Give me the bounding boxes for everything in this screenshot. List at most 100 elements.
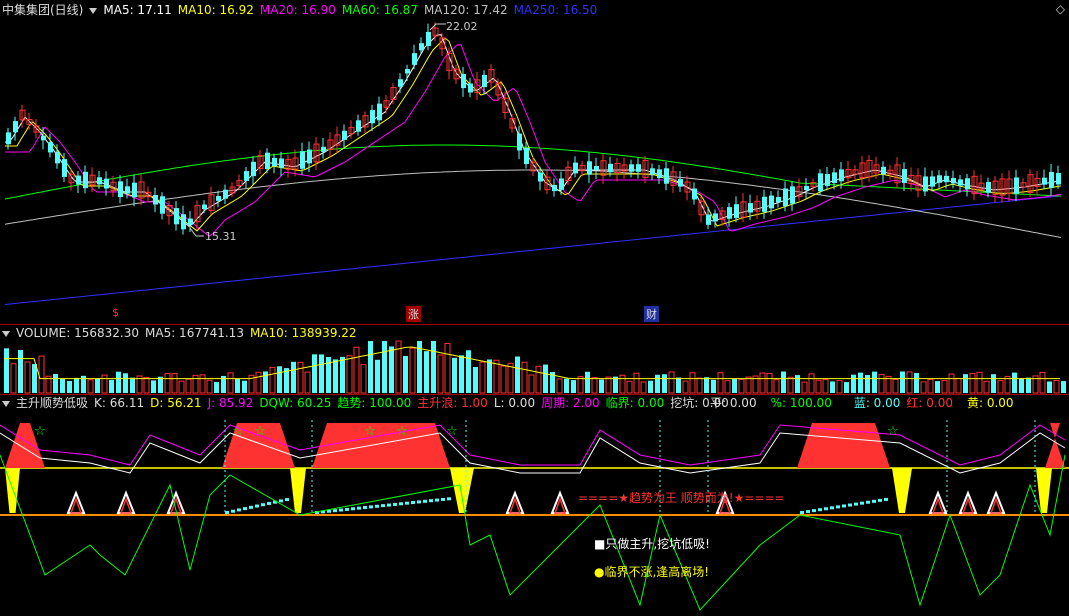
yellow-value: 黄: 0.00 (966, 396, 1014, 410)
candle-body (482, 74, 487, 88)
pyramid-icon (116, 490, 136, 514)
volume-bar (101, 374, 108, 394)
trend-dot (441, 497, 445, 501)
candle-body (944, 175, 949, 183)
volume-bar (759, 372, 766, 394)
volume-bar (466, 350, 471, 393)
ma120-label: MA120: 17.42 (423, 3, 508, 17)
volume-bar (340, 356, 345, 393)
indicator-panel[interactable]: 主升顺势低吸 K: 66.11 D: 56.21 J: 85.92 DQW: 60.25… (0, 395, 1069, 616)
volume-bar (976, 371, 983, 394)
pyramid-icon (505, 490, 525, 514)
trend-dot (363, 506, 367, 510)
volume-panel[interactable]: VOLUME: 156832.30 MA5: 167741.13 MA10: 138… (0, 325, 1069, 394)
pyramid-icon (986, 490, 1006, 514)
trend-dot (357, 506, 361, 510)
pyramid-icon (958, 490, 978, 514)
volume-bar (585, 371, 590, 393)
candle-body (790, 186, 795, 204)
volume-bar (269, 366, 276, 394)
candle-body (664, 168, 669, 184)
trend-dot (405, 501, 409, 505)
volume-bar (619, 374, 626, 394)
trend-dot (339, 508, 343, 512)
trend-dot (429, 499, 433, 503)
volume-bar (808, 373, 815, 394)
marker-finance[interactable]: 财 (644, 306, 659, 322)
candle-body (706, 214, 711, 225)
note-main-rise: ■只做主升,挖坑低吸! (594, 537, 710, 551)
pyramid-icon (66, 490, 86, 514)
volume-bar (732, 378, 737, 393)
volume-bar (459, 355, 464, 393)
volume-bar (801, 381, 808, 394)
candle-body (832, 172, 837, 183)
trend-dot (255, 504, 259, 508)
volume-bar (109, 379, 114, 393)
volume-value: VOLUME: 156832.30 (16, 326, 139, 340)
indicator-legend: 主升顺势低吸 K: 66.11 D: 56.21 J: 85.92 DQW: 60.25… (2, 395, 735, 411)
trend-dot (812, 509, 816, 513)
candle-body (83, 171, 88, 189)
trend-dot (878, 498, 882, 502)
candle-body (461, 73, 466, 89)
volume-bar (333, 359, 338, 393)
volume-bar (60, 379, 65, 393)
volume-bar (892, 378, 899, 394)
candle-body (538, 172, 543, 182)
volume-bar (745, 376, 752, 394)
volume-bar (515, 356, 520, 393)
volume-bar (353, 346, 360, 394)
pyramid-icon (550, 490, 570, 514)
trend-dot (848, 503, 852, 507)
price-panel[interactable]: 中集集团(日线) MA5: 17.11 MA10: 16.92 MA20: 16.90… (0, 0, 1069, 324)
volume-bar (865, 374, 870, 393)
dig-area (290, 468, 306, 513)
volume-bar (633, 372, 640, 394)
high-price-label: 22.02 (446, 20, 478, 33)
volume-bar (235, 379, 240, 393)
marker-dollar[interactable]: $ (112, 306, 119, 319)
candle-body (307, 149, 312, 164)
volume-bar (277, 366, 282, 393)
volume-bar (479, 361, 486, 394)
volume-bar (599, 379, 604, 393)
indicator-chart[interactable]: ☆ ☆ ☆ ☆ ☆ ☆ ☆ (0, 395, 1069, 616)
trend-dot (866, 500, 870, 504)
volume-bar (185, 378, 192, 394)
volume-bar (626, 380, 633, 394)
candle-body (426, 31, 431, 47)
volume-bar (4, 348, 9, 393)
trend-dot (231, 509, 235, 513)
candle-body (923, 176, 928, 192)
trend-dot (267, 501, 271, 505)
candle-body (216, 196, 221, 201)
volume-bar (711, 379, 716, 393)
marker-rise[interactable]: 涨 (406, 306, 421, 322)
volume-bar (493, 359, 500, 394)
volume-bar (158, 376, 163, 393)
dropdown-triangle-icon[interactable] (89, 7, 98, 14)
volume-bar (507, 362, 514, 394)
volume-bar (844, 382, 849, 393)
dropdown-triangle-icon[interactable] (2, 400, 10, 407)
candle-body (902, 169, 907, 183)
candle-body (125, 186, 130, 194)
volume-bar (766, 372, 773, 394)
candle-body (587, 161, 592, 175)
candle-body (769, 195, 774, 209)
trend-dot (381, 504, 385, 508)
dropdown-triangle-icon[interactable] (2, 330, 10, 337)
volume-bar (368, 341, 373, 393)
candlestick-chart[interactable] (0, 0, 1069, 324)
candle-body (279, 158, 284, 168)
trend-dot (351, 507, 355, 511)
volume-bar (171, 373, 178, 394)
ma5-label: MA5: 17.11 (103, 3, 172, 17)
volume-bar (969, 372, 976, 394)
volume-bar (403, 356, 408, 393)
trend-dot (423, 499, 427, 503)
candle-body (76, 175, 81, 185)
d-value: D: 56.21 (150, 396, 202, 410)
volume-bar (178, 380, 185, 394)
